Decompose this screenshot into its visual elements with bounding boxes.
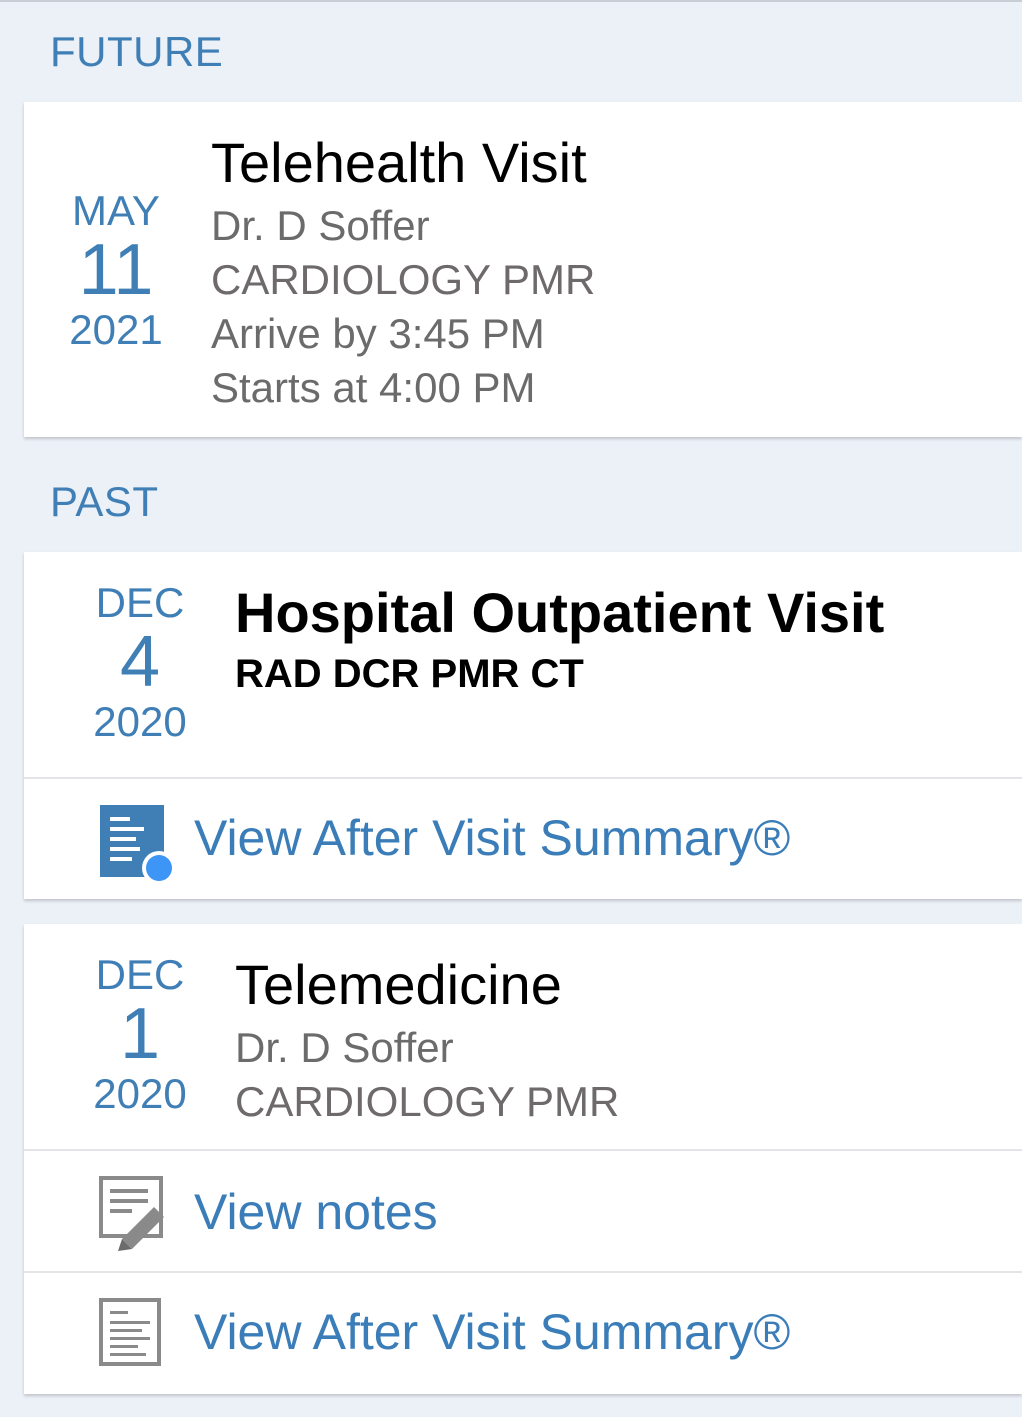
section-header-future: FUTURE: [50, 28, 224, 75]
visit-provider: Dr. D Soffer: [235, 1024, 454, 1071]
view-after-visit-summary-button[interactable]: View After Visit Summary®: [24, 779, 1022, 899]
visit-department: CARDIOLOGY PMR: [211, 256, 596, 303]
visit-title: Hospital Outpatient Visit: [235, 581, 885, 644]
visit-start-time: Starts at 4:00 PM: [211, 364, 536, 411]
visit-department: RAD DCR PMR CT: [235, 652, 584, 696]
action-label: View After Visit Summary®: [194, 810, 791, 866]
appointment-card-telemedicine[interactable]: DEC 1 2020 Telemedicine Dr. D Soffer CAR…: [24, 924, 1022, 1394]
appointment-date: DEC 4 2020: [88, 580, 192, 746]
date-month: DEC: [95, 951, 185, 998]
section-header-past: PAST: [50, 478, 159, 525]
appointment-card-telehealth[interactable]: MAY 11 2021 Telehealth Visit Dr. D Soffe…: [24, 102, 1022, 437]
date-year: 2020: [93, 1070, 187, 1117]
date-month: DEC: [95, 579, 185, 626]
view-after-visit-summary-button[interactable]: View After Visit Summary®: [24, 1273, 1022, 1394]
appointment-card-hospital-outpatient[interactable]: DEC 4 2020 Hospital Outpatient Visit RAD…: [24, 552, 1022, 899]
notes-icon: [98, 1175, 168, 1256]
date-day: 11: [78, 230, 154, 310]
visit-department: CARDIOLOGY PMR: [235, 1078, 620, 1125]
after-visit-summary-new-icon: [98, 805, 178, 892]
appointment-date: MAY 11 2021: [64, 188, 168, 354]
date-month: MAY: [72, 187, 160, 234]
visit-title: Telehealth Visit: [211, 131, 587, 194]
date-year: 2021: [69, 306, 163, 353]
date-year: 2020: [93, 698, 187, 745]
top-divider: [0, 0, 1022, 2]
date-day: 4: [119, 622, 161, 702]
visit-provider: Dr. D Soffer: [211, 202, 430, 249]
action-label: View After Visit Summary®: [194, 1304, 791, 1360]
visit-arrive-time: Arrive by 3:45 PM: [211, 310, 545, 357]
after-visit-summary-icon: [98, 1297, 164, 1374]
appointment-date: DEC 1 2020: [88, 952, 192, 1118]
date-day: 1: [119, 994, 161, 1074]
visit-title: Telemedicine: [235, 953, 562, 1016]
action-label: View notes: [194, 1184, 438, 1240]
view-notes-button[interactable]: View notes: [24, 1151, 1022, 1271]
